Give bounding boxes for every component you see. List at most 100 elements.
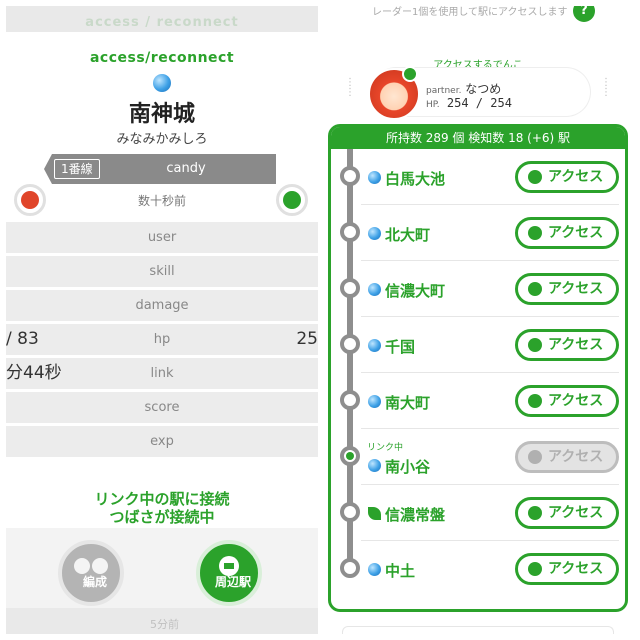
stats-table: user skill damage / 83 hp 25 分44秒 link score exp — [6, 222, 318, 460]
access-button-label: アクセス — [548, 337, 604, 353]
stat-label: exp — [150, 434, 174, 449]
station-name: 信濃大町 — [385, 282, 446, 300]
radar-note: レーダー1個を使用して駅にアクセスします — [372, 7, 568, 18]
access-button-label: アクセス — [548, 169, 604, 185]
station-row: 中土 アクセス — [331, 541, 625, 597]
access-button[interactable]: アクセス — [515, 329, 619, 361]
stat-label: damage — [135, 298, 189, 313]
stat-right-value: 25 — [296, 329, 318, 349]
line-node-icon — [340, 222, 360, 242]
station-reading: みなみかみしろ — [116, 132, 208, 147]
hp-prefix: HP. — [426, 100, 440, 110]
station-name: 信濃常盤 — [385, 506, 446, 524]
water-attribute-icon — [368, 227, 381, 240]
partner-hp-row: HP. 254 / 254 — [426, 96, 512, 110]
water-attribute-icon — [368, 563, 381, 576]
nearby-stations-button-label: 周辺駅 — [214, 575, 251, 589]
station-row: 信濃大町 アクセス — [331, 261, 625, 317]
station-list-header: 所持数 289 個 検知数 18 (+6) 駅 — [331, 127, 625, 149]
line-node-icon — [340, 446, 360, 466]
water-attribute-icon — [368, 283, 381, 296]
access-icon — [528, 282, 542, 296]
access-button[interactable]: アクセス — [515, 385, 619, 417]
last-access-time: 数十秒前 — [137, 194, 186, 208]
access-button-label: アクセス — [548, 505, 604, 521]
station-list: 所持数 289 個 検知数 18 (+6) 駅 白馬大池 アクセス 北大町 アクセス信… — [328, 124, 628, 612]
line-node-icon — [340, 334, 360, 354]
partner-next-icon[interactable]: ⋮ ⋮ — [596, 78, 616, 108]
partner-hp: 254 / 254 — [446, 96, 512, 110]
line-node-icon — [340, 166, 360, 186]
station-name: 中土 — [385, 562, 416, 580]
access-icon — [528, 394, 542, 408]
line-node-icon — [340, 558, 360, 578]
station-name: 南小谷 — [385, 458, 431, 476]
stat-row: skill — [6, 256, 318, 287]
access-button-label: アクセス — [548, 281, 604, 297]
water-attribute-icon — [368, 339, 381, 352]
partner-prefix: partner. — [426, 86, 462, 96]
access-button[interactable]: アクセス — [515, 497, 619, 529]
station-row: 白馬大池 アクセス — [331, 149, 625, 205]
background-footer: 5分前 — [6, 608, 318, 634]
connection-status-line1: リンク中の駅に接続 — [94, 490, 230, 508]
stat-row: damage — [6, 290, 318, 321]
connection-status-line2: つばさが接続中 — [109, 508, 215, 526]
stat-row: 分44秒 link — [6, 358, 318, 389]
stat-label: link — [150, 366, 174, 381]
water-attribute-icon — [368, 171, 381, 184]
partner-name-row: partner. なつめ — [426, 80, 501, 97]
access-button[interactable]: アクセス — [515, 553, 619, 585]
access-button-label: アクセス — [548, 449, 604, 465]
grass-attribute-icon — [402, 66, 418, 82]
access-button-label: アクセス — [548, 393, 604, 409]
background-footer — [342, 626, 614, 634]
access-title: access/reconnect — [89, 50, 235, 66]
access-button-label: アクセス — [548, 561, 604, 577]
access-icon — [528, 506, 542, 520]
station-name: 白馬大池 — [385, 170, 446, 188]
connection-status: リンク中の駅に接続 つばさが接続中 — [6, 490, 318, 526]
station-name: 北大町 — [385, 226, 431, 244]
access-icon — [528, 562, 542, 576]
stat-row: score — [6, 392, 318, 423]
access-icon — [528, 226, 542, 240]
nearby-stations-button[interactable]: 周辺駅 — [196, 540, 262, 606]
grass-attribute-icon — [368, 507, 381, 520]
background-footer-text: 5分前 — [150, 618, 179, 631]
station-row: 南大町 アクセス — [331, 373, 625, 429]
stat-row: / 83 hp 25 — [6, 324, 318, 355]
link-status-label: リンク中 — [367, 443, 404, 453]
stat-row: user — [6, 222, 318, 253]
access-icon — [528, 338, 542, 352]
access-button[interactable]: アクセス — [515, 217, 619, 249]
background-header-text: access / reconnect — [6, 6, 318, 32]
station-row: 千国 アクセス — [331, 317, 625, 373]
access-button[interactable]: アクセス — [515, 273, 619, 305]
access-button[interactable]: アクセス — [515, 161, 619, 193]
access-station-panel: レーダー1個を使用して駅にアクセスします ? アクセスするでんこ ⋮ ⋮ ⋮ ⋮ p… — [322, 6, 634, 634]
formation-button-label: 編成 — [82, 575, 107, 589]
partner-name: なつめ — [465, 82, 502, 96]
station-detail-panel: access / reconnect access/reconnect 南神城 … — [6, 6, 318, 634]
line-node-icon — [340, 502, 360, 522]
line-number-label: 1番線 — [54, 159, 100, 179]
stat-label: skill — [149, 264, 175, 279]
station-name: 南神城 — [128, 102, 195, 127]
line-node-icon — [340, 390, 360, 410]
partner-prev-icon[interactable]: ⋮ ⋮ — [340, 78, 360, 108]
station-name: 南大町 — [385, 394, 431, 412]
line-node-icon — [340, 278, 360, 298]
station-name: 千国 — [385, 338, 416, 356]
formation-button[interactable]: 編成 — [58, 540, 124, 606]
access-button[interactable]: アクセス — [515, 441, 619, 473]
station-card: access/reconnect 南神城 みなみかみしろ 1番線 candy 数… — [6, 32, 318, 634]
access-icon — [528, 450, 542, 464]
station-row: 信濃常盤 アクセス — [331, 485, 625, 541]
station-row: リンク中南小谷 アクセス — [331, 429, 625, 485]
stat-label: user — [147, 230, 177, 245]
stat-label: score — [144, 400, 180, 415]
access-icon — [528, 170, 542, 184]
help-icon[interactable]: ? — [573, 6, 595, 22]
water-attribute-icon — [368, 459, 381, 472]
